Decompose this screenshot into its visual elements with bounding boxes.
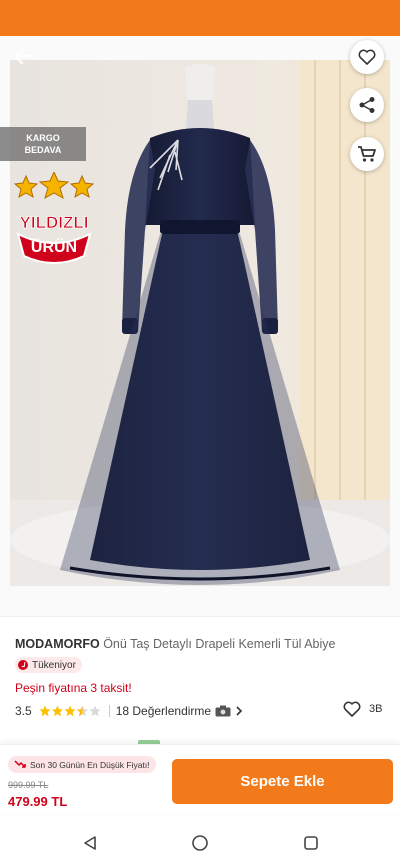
star-empty-icon bbox=[89, 705, 101, 717]
square-recents-icon bbox=[304, 836, 318, 850]
star-full-icon bbox=[39, 705, 51, 717]
product-image-gallery[interactable]: KARGO BEDAVA YILDIZLI ÜRÜN bbox=[0, 36, 400, 616]
cart-icon bbox=[358, 146, 376, 162]
favorite-count[interactable]: 3B bbox=[343, 701, 382, 717]
badge-star-icon bbox=[69, 174, 95, 199]
badge-star-icon bbox=[38, 170, 70, 200]
starred-badge-line-2: ÜRÜN bbox=[31, 237, 77, 256]
add-to-cart-button[interactable]: Sepete Ekle bbox=[172, 759, 393, 804]
rating-score: 3.5 bbox=[15, 704, 32, 718]
starred-badge-graphic: YILDIZLI ÜRÜN bbox=[13, 170, 95, 264]
star-full-icon bbox=[51, 705, 63, 717]
review-count[interactable]: 18 Değerlendirme bbox=[116, 704, 211, 718]
heart-outline-icon bbox=[343, 701, 361, 717]
system-navigation-bar bbox=[0, 820, 400, 866]
stock-status-badge: Tükeniyor bbox=[15, 657, 82, 673]
system-recents-button[interactable] bbox=[300, 832, 322, 854]
lowest-price-text: Son 30 Günün En Düşük Fiyatı! bbox=[30, 759, 150, 770]
heart-icon bbox=[358, 49, 376, 65]
system-back-button[interactable] bbox=[79, 832, 101, 854]
rating-row[interactable]: 3.5 18 Değerlendirme bbox=[15, 703, 385, 719]
brand-name[interactable]: MODAMORFO bbox=[15, 637, 100, 651]
old-price: 999.99 TL bbox=[8, 780, 49, 790]
section-divider bbox=[0, 616, 400, 617]
starred-badge-line-1: YILDIZLI bbox=[20, 213, 89, 232]
star-full-icon bbox=[64, 705, 76, 717]
star-rating-icons bbox=[39, 705, 101, 717]
stock-status-text: Tükeniyor bbox=[32, 659, 76, 671]
share-button[interactable] bbox=[350, 88, 384, 122]
cart-button[interactable] bbox=[350, 137, 384, 171]
clock-icon bbox=[18, 660, 28, 670]
free-shipping-line-1: KARGO bbox=[26, 133, 60, 143]
triangle-back-icon bbox=[84, 836, 96, 850]
rating-stars bbox=[39, 705, 101, 717]
current-price: 479.99 TL bbox=[8, 794, 68, 809]
product-title: MODAMORFO Önü Taş Detaylı Drapeli Kemerl… bbox=[15, 637, 390, 651]
circle-home-icon bbox=[192, 835, 208, 851]
share-icon bbox=[359, 97, 375, 113]
back-button[interactable] bbox=[12, 46, 40, 70]
lowest-price-badge: Son 30 Günün En Düşük Fiyatı! bbox=[8, 756, 156, 773]
free-shipping-line-2: BEDAVA bbox=[24, 145, 62, 155]
favorite-button[interactable] bbox=[350, 40, 384, 74]
product-name: Önü Taş Detaylı Drapeli Kemerli Tül Abiy… bbox=[103, 637, 336, 651]
starred-product-badge: YILDIZLI ÜRÜN bbox=[8, 170, 100, 264]
system-home-button[interactable] bbox=[189, 832, 211, 854]
installment-text: Peşin fiyatına 3 taksit! bbox=[15, 681, 132, 695]
trend-down-icon bbox=[14, 760, 26, 768]
badge-star-icon bbox=[13, 174, 39, 199]
free-shipping-badge: KARGO BEDAVA bbox=[0, 127, 86, 161]
arrow-left-icon bbox=[13, 47, 34, 65]
chevron-right-icon bbox=[236, 706, 243, 716]
camera-icon bbox=[215, 705, 231, 717]
rating-separator bbox=[108, 705, 110, 717]
favorite-count-text: 3B bbox=[369, 703, 383, 715]
